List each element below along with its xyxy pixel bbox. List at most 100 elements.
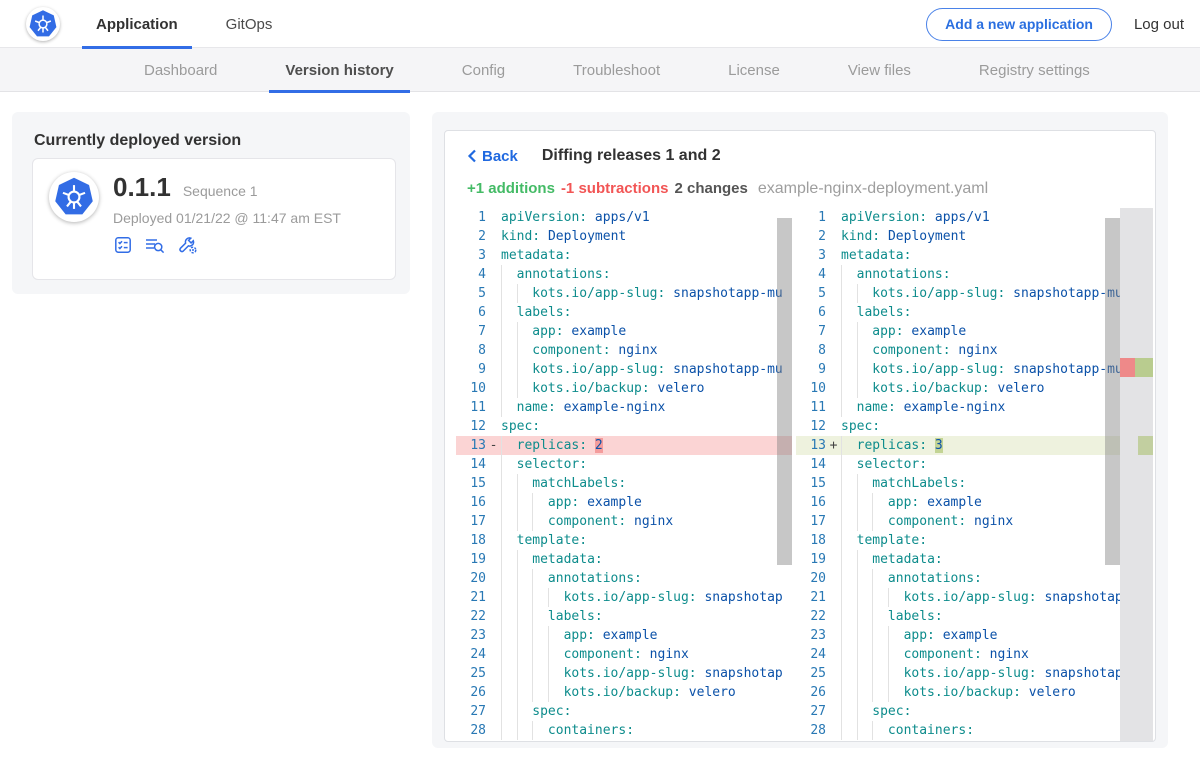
right-pane-scrollbar[interactable] [1105, 218, 1120, 565]
diff-row: 7app: example [456, 322, 792, 341]
version-number: 0.1.1 [113, 172, 171, 203]
code-line: template: [841, 531, 1120, 550]
subnav-item-version-history[interactable]: Version history [251, 48, 427, 92]
subnav-item-view-files[interactable]: View files [814, 48, 945, 92]
logout-button[interactable]: Log out [1134, 16, 1184, 33]
left-pane-scrollbar[interactable] [777, 218, 792, 565]
diff-sign [826, 512, 841, 531]
code-line: labels: [501, 607, 792, 626]
app-icon [49, 172, 99, 222]
line-number: 11 [456, 398, 486, 417]
code-line: kots.io/backup: velero [841, 379, 1120, 398]
add-application-button[interactable]: Add a new application [926, 8, 1112, 41]
ruler-added-marker-local [1138, 436, 1153, 455]
diff-sign: - [486, 436, 501, 455]
line-number: 9 [796, 360, 826, 379]
line-number: 20 [796, 569, 826, 588]
code-line: matchLabels: [841, 474, 1120, 493]
code-line: app: example [501, 493, 792, 512]
code-line: annotations: [501, 569, 792, 588]
diff-row: 17component: nginx [796, 512, 1120, 531]
code-line: labels: [841, 303, 1120, 322]
line-number: 17 [456, 512, 486, 531]
subnav-item-dashboard[interactable]: Dashboard [110, 48, 251, 92]
diff-title: Diffing releases 1 and 2 [542, 147, 721, 165]
line-number: 6 [796, 303, 826, 322]
code-line: component: nginx [501, 341, 792, 360]
line-number: 16 [456, 493, 486, 512]
line-number: 15 [456, 474, 486, 493]
line-number: 10 [796, 379, 826, 398]
subnav-item-config[interactable]: Config [428, 48, 539, 92]
diff-row: 27spec: [456, 702, 792, 721]
diff-row: 7app: example [796, 322, 1120, 341]
diff-card: Back Diffing releases 1 and 2 +1 additio… [444, 130, 1156, 742]
line-number: 1 [456, 208, 486, 227]
subnav-item-troubleshoot[interactable]: Troubleshoot [539, 48, 694, 92]
diff-sign [486, 341, 501, 360]
subnav-item-license[interactable]: License [694, 48, 814, 92]
subnav-item-registry-settings[interactable]: Registry settings [945, 48, 1124, 92]
code-line: annotations: [841, 265, 1120, 284]
diff-row: 27spec: [796, 702, 1120, 721]
config-checklist-icon[interactable] [113, 235, 133, 255]
kubernetes-logo [26, 7, 60, 41]
code-line: spec: [501, 417, 792, 436]
top-header: ApplicationGitOps Add a new application … [0, 0, 1200, 48]
line-number: 4 [796, 265, 826, 284]
diff-row: 1apiVersion: apps/v1 [456, 208, 792, 227]
code-line: component: nginx [501, 512, 792, 531]
line-number: 8 [456, 341, 486, 360]
tab-gitops[interactable]: GitOps [202, 0, 297, 48]
line-number: 23 [456, 626, 486, 645]
diff-row: 23app: example [456, 626, 792, 645]
diff-row: 5kots.io/app-slug: snapshotapp-mu [796, 284, 1120, 303]
line-number: 7 [796, 322, 826, 341]
code-line: labels: [841, 607, 1120, 626]
diff-pane-original[interactable]: 1apiVersion: apps/v12kind: Deployment3me… [456, 208, 792, 741]
diff-sign [486, 702, 501, 721]
troubleshoot-tools-icon[interactable] [177, 235, 199, 255]
diff-sign [486, 227, 501, 246]
line-number: 14 [456, 455, 486, 474]
code-line: kots.io/backup: velero [841, 683, 1120, 702]
line-number: 25 [456, 664, 486, 683]
line-number: 15 [796, 474, 826, 493]
tab-application[interactable]: Application [72, 0, 202, 48]
view-files-icon[interactable] [144, 235, 166, 255]
line-number: 2 [796, 227, 826, 246]
diff-sign [486, 265, 501, 284]
diff-row: 22labels: [456, 607, 792, 626]
diff-row: 9kots.io/app-slug: snapshotapp-mu [796, 360, 1120, 379]
code-line: apiVersion: apps/v1 [841, 208, 1120, 227]
line-number: 26 [456, 683, 486, 702]
code-line: selector: [501, 455, 792, 474]
line-number: 3 [796, 246, 826, 265]
diff-row: 6labels: [456, 303, 792, 322]
diff-row: 5kots.io/app-slug: snapshotapp-mu [456, 284, 792, 303]
diff-sign [826, 227, 841, 246]
diff-row: 10 kots.io/backup: velero [796, 379, 1120, 398]
line-number: 24 [796, 645, 826, 664]
diff-row: 10kots.io/backup: velero [456, 379, 792, 398]
subtractions-count: -1 subtractions [561, 180, 669, 197]
diff-sign [486, 512, 501, 531]
line-number: 6 [456, 303, 486, 322]
code-line: component: nginx [841, 645, 1120, 664]
back-label: Back [482, 148, 518, 165]
diff-sign [486, 417, 501, 436]
diff-sign [826, 493, 841, 512]
header-actions: Add a new application Log out [926, 0, 1184, 48]
diff-sign [826, 683, 841, 702]
back-link[interactable]: Back [467, 148, 518, 165]
diff-row: 22labels: [796, 607, 1120, 626]
deployed-timestamp: Deployed 01/21/22 @ 11:47 am EST [113, 210, 341, 226]
deployed-panel-title: Currently deployed version [34, 132, 410, 150]
code-line: kots.io/app-slug: snapshotap [841, 664, 1120, 683]
diff-sign [486, 683, 501, 702]
currently-deployed-panel: Currently deployed version 0.1.1 Sequenc… [12, 112, 410, 294]
diff-row: 26kots.io/backup: velero [796, 683, 1120, 702]
diff-sign [486, 360, 501, 379]
diff-pane-modified[interactable]: 1apiVersion: apps/v12kind: Deployment3me… [796, 208, 1153, 741]
diff-sign [486, 569, 501, 588]
